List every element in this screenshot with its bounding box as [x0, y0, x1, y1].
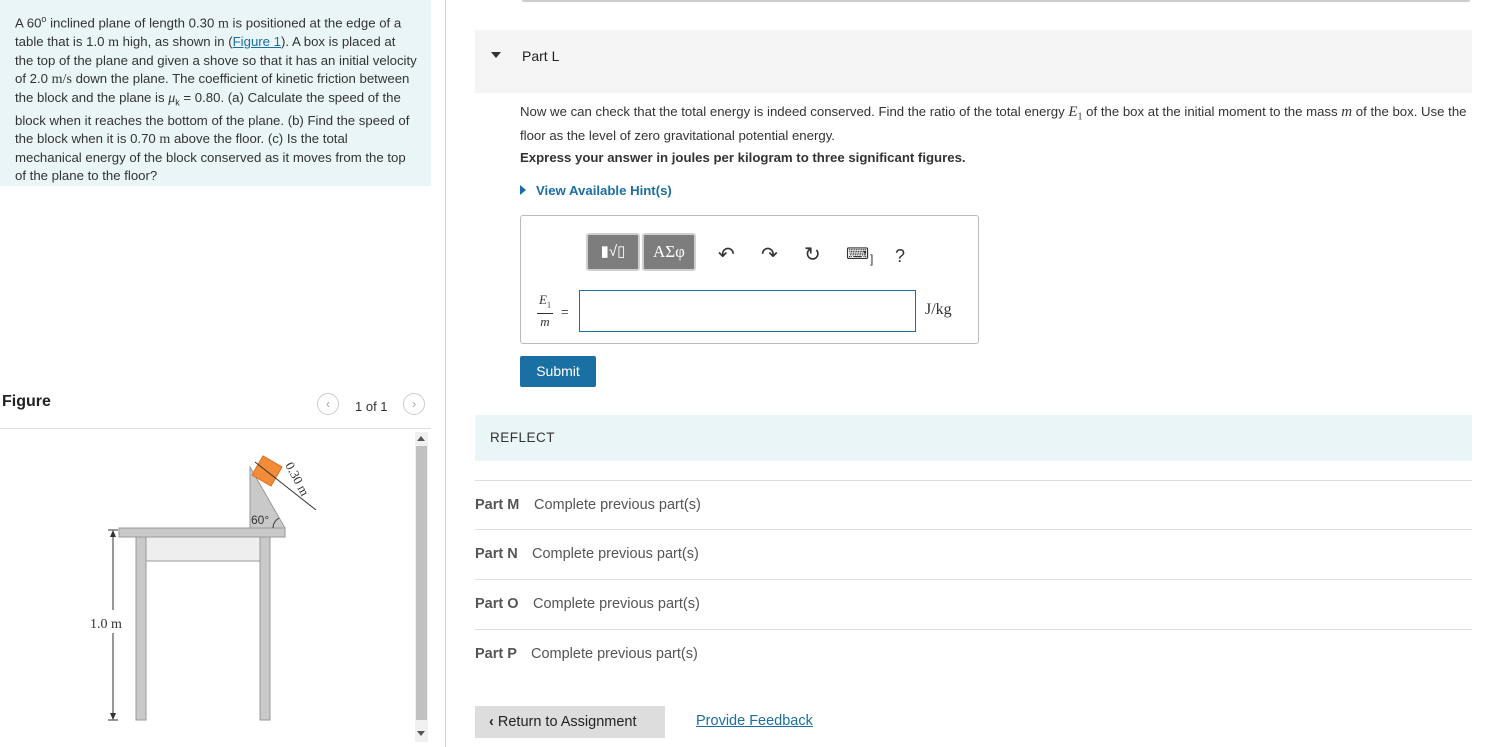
provide-feedback-link[interactable]: Provide Feedback — [696, 713, 813, 729]
reflect-section: REFLECT — [475, 415, 1472, 461]
chevron-left-icon: ‹ — [325, 396, 331, 411]
figure-diagram: 0.30 m 60° 1.0 m — [90, 455, 317, 721]
answer-input[interactable] — [579, 290, 916, 332]
unit-label: J/kg — [925, 301, 952, 318]
scroll-up-icon[interactable] — [417, 436, 425, 441]
equals-sign: = — [561, 304, 569, 319]
instruction-text: Express your answer in joules per kilogr… — [520, 150, 966, 165]
view-hints-link[interactable]: View Available Hint(s) — [520, 183, 672, 198]
table-leg-right — [259, 536, 271, 721]
return-to-assignment-button[interactable]: ‹ Return to Assignment — [475, 706, 665, 738]
unit-ms: m/s — [51, 72, 72, 88]
scroll-down-icon[interactable] — [417, 731, 425, 736]
part-l-header[interactable]: Part L — [475, 30, 1472, 93]
unit-m: m — [108, 35, 119, 51]
question-text: Now we can check that the total energy i… — [520, 104, 1467, 143]
chevron-left-icon: ‹ — [489, 714, 494, 730]
reset-icon[interactable]: ↻ — [804, 245, 821, 265]
problem-statement: A 60o inclined plane of length 0.30 m is… — [0, 0, 431, 186]
problem-text: inclined plane of length 0.30 — [46, 15, 218, 31]
caret-right-icon — [520, 185, 526, 195]
chevron-right-icon: › — [411, 396, 417, 411]
part-o-row[interactable]: Part O Complete previous part(s) — [475, 579, 1472, 628]
table-top — [118, 527, 286, 538]
figure-header: Figure ‹ 1 of 1 › — [0, 388, 431, 429]
answer-box: ▮√▯ ΑΣφ ↶ ↷ ↻ ⌨ ] ? E1 m = J/kg — [520, 215, 979, 344]
part-p-row[interactable]: Part P Complete previous part(s) — [475, 629, 1472, 678]
panel-divider — [445, 0, 446, 747]
length-label: 0.30 m — [282, 459, 312, 498]
keyboard-icon[interactable]: ⌨ — [846, 245, 869, 265]
table-apron — [144, 536, 267, 562]
part-n-row[interactable]: Part N Complete previous part(s) — [475, 529, 1472, 578]
left-panel: A 60o inclined plane of length 0.30 m is… — [0, 0, 446, 747]
table-leg-left — [135, 536, 147, 721]
figure-pager: 1 of 1 — [355, 399, 388, 414]
next-figure-button[interactable]: › — [403, 393, 425, 415]
height-label: 1.0 m — [90, 617, 122, 632]
keyboard-bracket: ] — [870, 252, 874, 266]
help-button[interactable]: ? — [895, 246, 905, 266]
problem-text: high, as shown in ( — [119, 34, 233, 50]
unit-m: m — [159, 132, 171, 148]
energy-symbol: E — [1068, 104, 1078, 120]
unit-m: m — [218, 16, 229, 32]
redo-icon[interactable]: ↷ — [761, 245, 778, 265]
answer-label-fraction: E1 m — [537, 292, 553, 329]
submit-button[interactable]: Submit — [520, 356, 596, 387]
figure-link[interactable]: Figure 1 — [233, 34, 281, 49]
figure-scrollbar[interactable] — [415, 432, 428, 742]
problem-text: A 60 — [15, 15, 42, 31]
figure-title: Figure — [2, 393, 51, 410]
top-border — [522, 0, 1470, 2]
caret-down-icon — [491, 52, 501, 58]
mass-symbol: m — [1341, 104, 1353, 120]
part-title: Part L — [522, 48, 560, 64]
angle-label: 60° — [251, 513, 269, 527]
undo-icon[interactable]: ↶ — [718, 245, 735, 265]
greek-symbols-button[interactable]: ΑΣφ — [642, 233, 696, 271]
prev-figure-button[interactable]: ‹ — [317, 393, 339, 415]
templates-button[interactable]: ▮√▯ — [586, 233, 640, 271]
part-m-row[interactable]: Part M Complete previous part(s) — [475, 480, 1472, 529]
scroll-thumb[interactable] — [416, 446, 427, 720]
